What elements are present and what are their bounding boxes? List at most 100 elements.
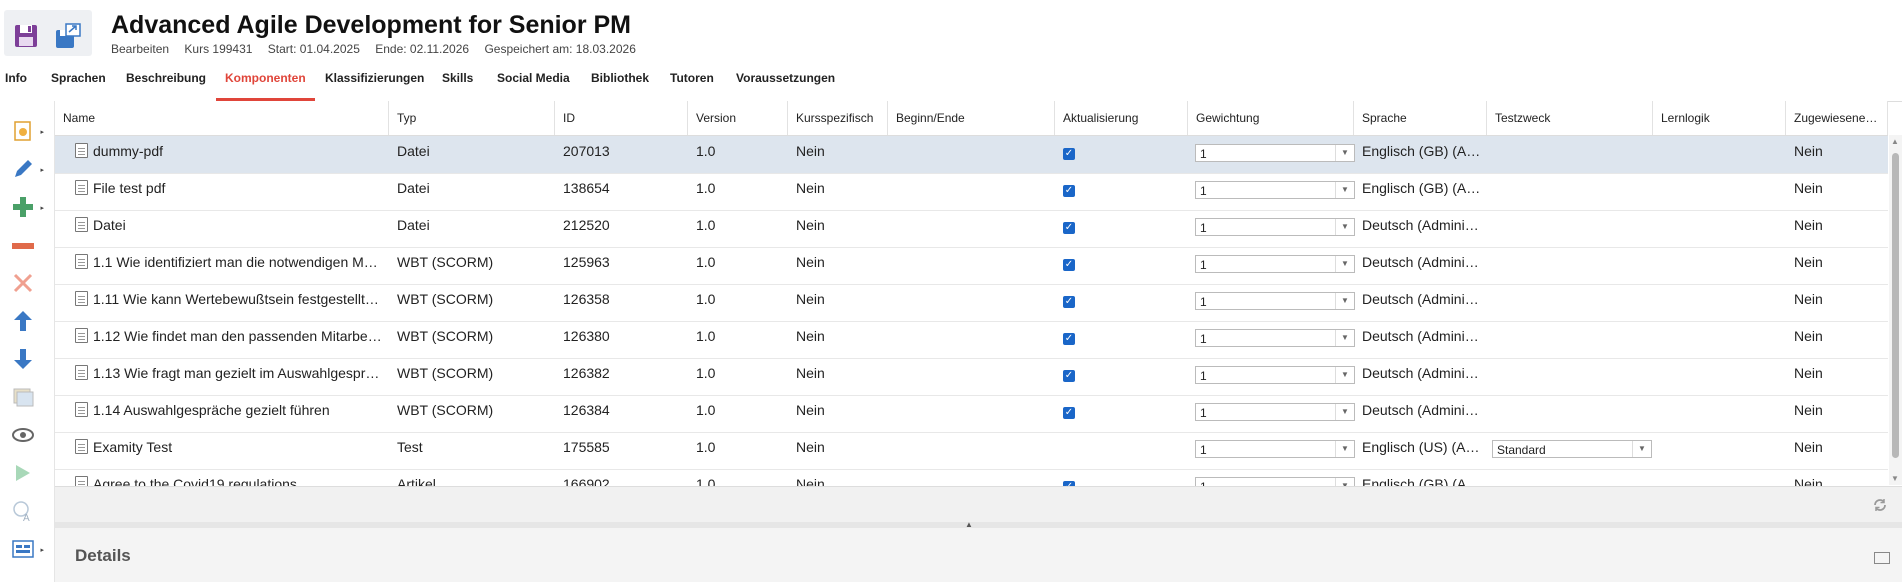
move-up-icon [13, 310, 33, 337]
table-row[interactable]: Agree to the Covid19 regulations Artikel 1… [55, 469, 1888, 486]
document-icon [75, 402, 88, 417]
scroll-down-icon[interactable]: ▼ [1891, 474, 1899, 483]
tab-bibliothek[interactable]: Bibliothek [591, 66, 649, 98]
table-row[interactable]: Examity Test Test 175585 1.0 Nein Englisch (U… [55, 432, 1888, 470]
add-button[interactable]: ▸ [8, 194, 44, 224]
code-button[interactable]: ▸ [8, 536, 44, 566]
aktualisierung-checkbox[interactable]: ✓ [1063, 185, 1075, 197]
tab-beschreibung[interactable]: Beschreibung [126, 66, 206, 98]
document-icon [75, 328, 88, 343]
cell-zugew: Nein [1794, 291, 1823, 307]
col-typ[interactable]: Typ [389, 101, 555, 135]
table-row[interactable]: File test pdf Datei 138654 1.0 Nein Englisch … [55, 173, 1888, 211]
col-id[interactable]: ID [555, 101, 688, 135]
document-icon [75, 254, 88, 269]
aktualisierung-checkbox[interactable]: ✓ [1063, 333, 1075, 345]
table-row[interactable]: 1.12 Wie findet man den passenden Mitarb… [55, 321, 1888, 359]
col-lernlogik[interactable]: Lernlogik [1653, 101, 1786, 135]
col-name[interactable]: Name [55, 101, 389, 135]
col-kursspezifisch[interactable]: Kursspezifisch [788, 101, 888, 135]
cell-id: 126380 [563, 328, 610, 344]
chevron-down-icon[interactable]: ▼ [1335, 182, 1354, 198]
scroll-up-icon[interactable]: ▲ [1891, 137, 1899, 146]
move-up-button[interactable] [8, 308, 38, 338]
chevron-down-icon[interactable]: ▼ [1335, 330, 1354, 346]
move-down-button[interactable] [8, 346, 38, 376]
cell-kurs: Nein [796, 291, 825, 307]
save-icon[interactable] [12, 22, 40, 50]
table-row[interactable]: 1.13 Wie fragt man gezielt im Auswahlges… [55, 358, 1888, 396]
tab-social-media[interactable]: Social Media [497, 66, 570, 98]
tab-klassifizierungen[interactable]: Klassifizierungen [325, 66, 424, 98]
tab-skills[interactable]: Skills [442, 66, 473, 98]
col-aktualisierung[interactable]: Aktualisierung [1055, 101, 1188, 135]
chevron-down-icon[interactable]: ▼ [1335, 219, 1354, 235]
tab-sprachen[interactable]: Sprachen [51, 66, 106, 98]
cell-sprache: Deutsch (Admini… [1362, 217, 1479, 233]
gewichtung-select[interactable]: 1▼ [1195, 218, 1355, 236]
table-row[interactable]: 1.11 Wie kann Wertebewußtsein festgestel… [55, 284, 1888, 322]
col-version[interactable]: Version [688, 101, 788, 135]
col-testzweck[interactable]: Testzweck [1487, 101, 1653, 135]
aktualisierung-checkbox[interactable]: ✓ [1063, 259, 1075, 271]
cell-id: 126382 [563, 365, 610, 381]
new-component-button[interactable]: ▸ [8, 118, 44, 148]
translate-button[interactable]: A [8, 498, 38, 528]
gewichtung-select[interactable]: 1▼ [1195, 144, 1355, 162]
chevron-down-icon[interactable]: ▼ [1335, 404, 1354, 420]
aktualisierung-checkbox[interactable]: ✓ [1063, 222, 1075, 234]
translate-icon: A [12, 500, 34, 527]
cell-name: 1.14 Auswahlgespräche gezielt führen [67, 395, 389, 432]
gewichtung-select[interactable]: 1▼ [1195, 329, 1355, 347]
cell-name: Datei [67, 210, 389, 247]
save-as-icon[interactable] [54, 22, 82, 50]
table-row[interactable]: Datei Datei 212520 1.0 Nein Deutsch (Admini… N… [55, 210, 1888, 248]
cell-id: 166902 [563, 476, 610, 486]
table-row[interactable]: 1.1 Wie identifiziert man die notwendige… [55, 247, 1888, 285]
tab-voraussetzungen[interactable]: Voraussetzungen [736, 66, 835, 98]
preview-button[interactable] [8, 422, 38, 452]
play-button[interactable] [8, 460, 38, 490]
gewichtung-select[interactable]: 1▼ [1195, 403, 1355, 421]
table-row[interactable]: 1.14 Auswahlgespräche gezielt führen WBT … [55, 395, 1888, 433]
chevron-down-icon[interactable]: ▼ [1335, 293, 1354, 309]
gewichtung-select[interactable]: 1▼ [1195, 181, 1355, 199]
tab-komponenten[interactable]: Komponenten [216, 66, 315, 102]
copy-button[interactable] [8, 384, 38, 414]
aktualisierung-checkbox[interactable]: ✓ [1063, 148, 1075, 160]
tab-info[interactable]: Info [5, 66, 27, 98]
table-row[interactable]: dummy-pdf Datei 207013 1.0 Nein Englisch (GB)… [55, 136, 1888, 174]
end-date: Ende: 02.11.2026 [375, 42, 470, 56]
chevron-down-icon[interactable]: ▼ [1335, 367, 1354, 383]
gewichtung-select[interactable]: 1▼ [1195, 366, 1355, 384]
gewichtung-select[interactable]: 1▼ [1195, 440, 1355, 458]
chevron-down-icon[interactable]: ▼ [1632, 441, 1651, 457]
scroll-thumb[interactable] [1892, 153, 1899, 458]
aktualisierung-checkbox[interactable]: ✓ [1063, 296, 1075, 308]
chevron-down-icon[interactable]: ▼ [1335, 145, 1354, 161]
refresh-icon[interactable] [1872, 497, 1888, 513]
delete-button[interactable] [8, 270, 38, 300]
cell-aktualisierung: ✓ [1055, 321, 1188, 358]
aktualisierung-checkbox[interactable]: ✓ [1063, 370, 1075, 382]
aktualisierung-checkbox[interactable]: ✓ [1063, 407, 1075, 419]
gewichtung-value: 1 [1200, 406, 1207, 420]
col-gewichtung[interactable]: Gewichtung [1188, 101, 1354, 135]
tab-tutoren[interactable]: Tutoren [670, 66, 714, 98]
component-name: 1.13 Wie fragt man gezielt im Auswahlges… [93, 365, 380, 381]
col-sprache[interactable]: Sprache [1354, 101, 1487, 135]
chevron-down-icon[interactable]: ▼ [1335, 478, 1354, 486]
chevron-down-icon[interactable]: ▼ [1335, 256, 1354, 272]
maximize-icon[interactable] [1874, 552, 1890, 564]
chevron-down-icon[interactable]: ▼ [1335, 441, 1354, 457]
gewichtung-select[interactable]: 1▼ [1195, 477, 1355, 486]
remove-button[interactable] [8, 232, 38, 262]
col-zugewiesene[interactable]: Zugewiesene… [1786, 101, 1888, 135]
gewichtung-select[interactable]: 1▼ [1195, 255, 1355, 273]
edit-button[interactable]: ▸ [8, 156, 44, 186]
testzweck-select[interactable]: Standard ▼ [1492, 440, 1652, 458]
gewichtung-select[interactable]: 1▼ [1195, 292, 1355, 310]
grid-scrollbar[interactable]: ▲ ▼ [1889, 135, 1902, 485]
col-beginn-ende[interactable]: Beginn/Ende [888, 101, 1055, 135]
grid-footer [55, 486, 1902, 523]
